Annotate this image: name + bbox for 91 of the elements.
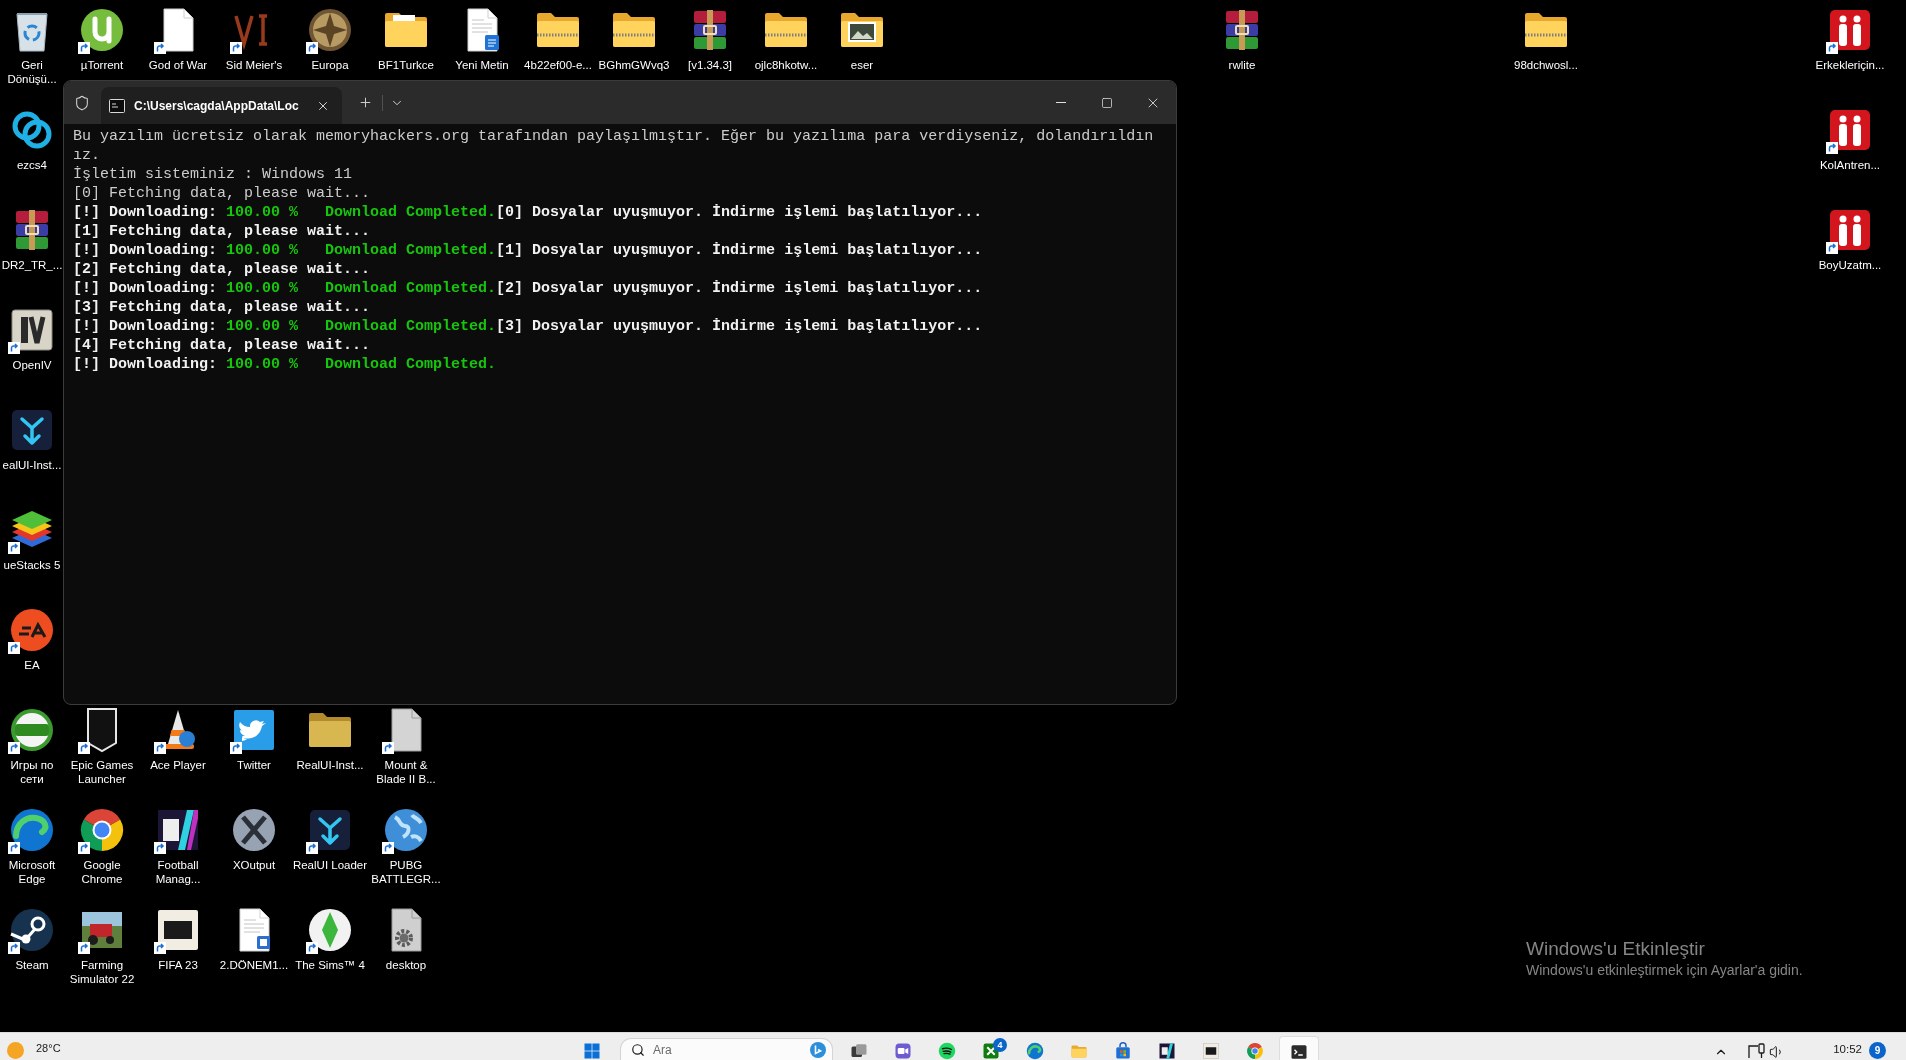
desktop-item[interactable]: Geri Dönüşü... — [7, 6, 57, 86]
desktop-item[interactable]: eser — [838, 6, 886, 72]
weather-temperature[interactable]: 28°C — [36, 1042, 61, 1055]
desktop-item[interactable]: PUBG BATTLEGR... — [371, 806, 441, 886]
desktop-item[interactable]: KolAntren... — [1819, 106, 1881, 172]
desktop-item[interactable]: FIFA 23 — [154, 906, 202, 972]
terminal-icon — [1290, 1043, 1308, 1060]
desktop-item[interactable]: 2.DÖNEM1... — [219, 906, 289, 972]
desktop-item[interactable]: RealUI-Inst... — [296, 706, 364, 772]
desktop-item[interactable]: Erkekleriçin... — [1815, 6, 1885, 72]
desktop-item[interactable]: Football Manag... — [154, 806, 202, 886]
tile-logo-icon — [8, 306, 56, 354]
desktop-item[interactable]: God of War — [148, 6, 208, 72]
overlapping-squares-icon — [850, 1042, 868, 1060]
clock-time[interactable]: 10:52 — [1833, 1042, 1862, 1056]
desktop-item[interactable]: Игры по сети — [8, 706, 56, 786]
desktop-item[interactable]: Google Chrome — [78, 806, 126, 886]
terminal-line: [!] Downloading: 100.00 % Download Completed.[0] Dosyalar uyuşmuyor. İndirme işlemi başlatılıyor... — [73, 203, 983, 222]
terminal-line: [2] Fetching data, please wait... — [73, 260, 371, 279]
terminal-line: [!] Downloading: 100.00 % Download Completed. — [73, 355, 497, 374]
desktop-item[interactable]: µTorrent — [78, 6, 126, 72]
desktop-item[interactable]: rwlite — [1218, 6, 1266, 72]
terminal-line: [0] Fetching data, please wait... — [73, 184, 371, 203]
desktop-item[interactable]: ueStacks 5 — [3, 506, 61, 572]
desktop-item[interactable]: The Sims™ 4 — [295, 906, 365, 972]
desktop-item[interactable]: XOutput — [230, 806, 278, 872]
terminal-line: Bu yazılım ücretsiz olarak memoryhackers.org tarafından paylaşılmıştır. Eğer bu yazılıma para verdiyseniz, dolandırıldınız. — [73, 127, 1155, 165]
x-circle-icon — [230, 806, 278, 854]
plus-icon — [358, 95, 374, 110]
sound-arcs-icon — [938, 1042, 956, 1060]
taskbar-button[interactable]: 4 — [971, 1036, 1011, 1060]
desktop-item[interactable]: Sid Meier's — [225, 6, 283, 72]
desktop-item[interactable]: ojlc8hkotw... — [754, 6, 818, 72]
desktop-item[interactable]: Twitter — [230, 706, 278, 772]
desktop-item[interactable]: Europa — [306, 6, 354, 72]
taskbar-button[interactable] — [1279, 1036, 1319, 1060]
desktop-item[interactable]: ezcs4 — [8, 106, 56, 172]
wave-logo-icon — [1026, 1042, 1044, 1060]
screen-icon[interactable] — [1748, 1043, 1767, 1059]
notification-badge[interactable]: 9 — [1869, 1042, 1886, 1059]
circle-logo-icon — [78, 6, 126, 54]
search-bar[interactable]: Ara — [620, 1038, 833, 1060]
badge-logo-icon — [8, 706, 56, 754]
circle-logo-icon — [8, 606, 56, 654]
watermark-text: Windows'u etkinleştirmek için Ayarlar'a gidin. — [1526, 961, 1803, 979]
desktop-item[interactable]: DR2_TR_... — [1, 206, 63, 272]
desktop-item[interactable]: EA — [8, 606, 56, 672]
circle-logo-icon — [8, 906, 56, 954]
desktop-item[interactable]: BoyUzatm... — [1818, 206, 1882, 272]
segmented-circle-icon — [1246, 1042, 1264, 1060]
desktop-item[interactable]: Yeni Metin — [455, 6, 509, 72]
desktop-item[interactable]: BF1Turkce — [378, 6, 434, 72]
desktop-item[interactable]: [v1.34.3] — [686, 6, 734, 72]
desktop-item[interactable]: OpenIV — [8, 306, 56, 372]
shopping-bag-icon — [1114, 1042, 1132, 1060]
folder-icon — [1070, 1042, 1088, 1060]
desktop-item[interactable]: Ace Player — [150, 706, 206, 772]
desktop-item[interactable]: Epic Games Launcher — [70, 706, 134, 786]
desktop-item[interactable]: ealUI-Inst... — [2, 406, 62, 472]
desktop-item[interactable]: RealUI Loader — [292, 806, 368, 872]
desktop-item[interactable]: 98dchwosl... — [1514, 6, 1578, 72]
shield-icon — [74, 94, 90, 111]
terminal-line: [3] Fetching data, please wait... — [73, 298, 371, 317]
desktop-item[interactable]: Farming Simulator 22 — [69, 906, 135, 986]
globe-icon — [382, 806, 430, 854]
desktop-item[interactable]: desktop — [382, 906, 430, 972]
terminal-line: [!] Downloading: 100.00 % Download Completed.[1] Dosyalar uyuşmuyor. İndirme işlemi başlatılıyor... — [73, 241, 983, 260]
desktop-item[interactable]: Microsoft Edge — [8, 806, 56, 886]
circle-logo-icon — [810, 1041, 826, 1058]
desktop-item[interactable]: Mount & Blade II B... — [376, 706, 436, 786]
video-camera-icon — [894, 1042, 912, 1060]
terminal-line: [1] Fetching data, please wait... — [73, 222, 371, 241]
desktop-item[interactable]: Steam — [8, 906, 56, 972]
segmented-circle-icon — [78, 806, 126, 854]
wave-logo-icon — [8, 806, 56, 854]
start-icon — [583, 1042, 601, 1060]
desktop-item[interactable]: BGhmGWvq3 — [598, 6, 670, 72]
terminal-line: [!] Downloading: 100.00 % Download Completed.[3] Dosyalar uyuşmuyor. İndirme işlemi başlatılıyor... — [73, 317, 983, 336]
minimize-icon — [1056, 102, 1066, 103]
search-icon — [631, 1042, 645, 1057]
maximize-icon — [1101, 96, 1113, 109]
notification-badge: 4 — [993, 1038, 1007, 1052]
terminal-line: İşletim sisteminiz : Windows 11 — [73, 165, 353, 184]
console-icon — [109, 98, 125, 113]
watermark-title: Windows'u Etkinleştir — [1526, 937, 1705, 961]
compass-icon — [306, 6, 354, 54]
terminal-tab[interactable]: C:\Users\cagda\AppData\Loc — [101, 87, 342, 124]
terminal-line: [4] Fetching data, please wait... — [73, 336, 371, 355]
desktop-item[interactable]: 4b22ef00-e... — [524, 6, 592, 72]
search-field[interactable]: Ara — [653, 1040, 802, 1059]
terminal-line: [!] Downloading: 100.00 % Download Completed.[2] Dosyalar uyuşmuyor. İndirme işlemi başlatılıyor... — [73, 279, 983, 298]
